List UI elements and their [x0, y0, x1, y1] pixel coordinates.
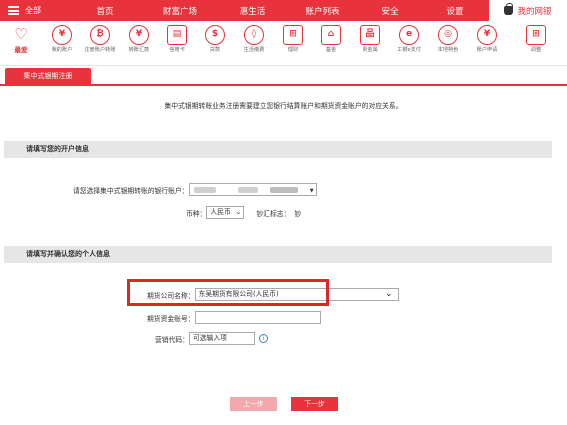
section-personal-info-header: 请填写并确认您的个人信息: [4, 246, 552, 263]
yen-icon: ¥: [52, 25, 72, 45]
precious-metal-item[interactable]: 品 贵金属: [352, 25, 388, 54]
tab-strip: 集中式银期注册: [0, 66, 567, 86]
epay-item[interactable]: e 工银e支付: [391, 25, 427, 54]
life-payment-label: 生活缴费: [243, 47, 265, 53]
finance-item[interactable]: ⊞ 理财: [275, 25, 311, 54]
loan-icon: $: [205, 25, 225, 45]
account-apply-label: 账户申请: [476, 47, 498, 53]
marketing-code-label: 营销代码：: [155, 335, 189, 344]
all-menu-label: 全部: [25, 6, 41, 15]
next-step-button[interactable]: 下一步: [291, 397, 338, 411]
epay-icon: e: [399, 25, 419, 45]
bank-account-label: 请您选择集中式银期转账的银行账户：: [73, 186, 189, 195]
precious-metal-label: 贵金属: [362, 47, 378, 53]
my-bank-button[interactable]: 我的网银: [489, 0, 567, 21]
apply-icon: ¥: [477, 25, 497, 45]
chevron-down-icon: ⌄: [385, 289, 393, 299]
info-icon[interactable]: i: [258, 334, 268, 343]
all-menu-button[interactable]: 全部: [0, 5, 70, 16]
favorites-label: 最爱: [14, 46, 28, 54]
nav-wealth[interactable]: 财富广场: [140, 5, 220, 17]
adjust-icon: ⊞: [526, 25, 546, 45]
loan-item[interactable]: $ 贷款: [197, 25, 233, 54]
metal-icon: 品: [360, 25, 380, 45]
bank-account-select[interactable]: ▼: [188, 183, 317, 196]
credit-card-label: 信用卡: [169, 47, 185, 53]
my-account-item[interactable]: ¥ 我的账户: [44, 25, 80, 54]
fund-account-row: 期货资金账号：: [147, 311, 321, 324]
finance-icon: ⊞: [283, 25, 303, 45]
top-nav: 全部 首页 财富广场 惠生活 账户列表 安全 设置 我的网银: [0, 0, 567, 21]
nav-accounts[interactable]: 账户列表: [285, 5, 360, 17]
credit-card-icon: ▤: [167, 25, 187, 45]
drop-icon: ◊: [244, 25, 264, 45]
account-apply-item[interactable]: ¥ 账户申请: [469, 25, 505, 54]
local-icon: ◎: [438, 25, 458, 45]
bag-icon: [504, 3, 514, 15]
credit-card-item[interactable]: ▤ 信用卡: [159, 25, 195, 54]
currency-label: 币种：: [186, 209, 207, 218]
currency-value: 人民币: [210, 208, 231, 216]
transfer-icon: ₿: [90, 25, 110, 45]
currency-row: 币种： 人民币 ⌄ 钞汇标志： 钞: [186, 206, 301, 219]
tab-futures-registration[interactable]: 集中式银期注册: [5, 68, 91, 84]
favorites-item[interactable]: ♡ 最爱: [3, 25, 39, 54]
cash-flag-label: 钞汇标志：: [256, 209, 291, 218]
masked-account-part: [269, 187, 298, 193]
company-label: 期货公司名称：: [147, 291, 195, 300]
fund-icon: ⌂: [321, 25, 341, 45]
company-row: 期货公司名称： 东吴期货有限公司(人民币) ⌄: [147, 288, 399, 301]
marketing-code-row: 营销代码： 可选输入项 i: [155, 332, 268, 345]
fund-item[interactable]: ⌂ 基金: [313, 25, 349, 54]
adjust-item[interactable]: ⊞ 调整: [518, 25, 554, 54]
adjust-label: 调整: [530, 47, 542, 53]
section-account-info-header: 请填写您的开户信息: [4, 141, 552, 158]
nav-security[interactable]: 安全: [360, 5, 420, 17]
nav-settings[interactable]: 设置: [420, 5, 490, 17]
intro-text: 集中式银期转账业务注册需要建立您银行结算账户和期货资金账户的对应关系。: [164, 102, 403, 110]
local-feature-item[interactable]: ◎ 本地特色: [430, 25, 466, 54]
fund-label: 基金: [325, 47, 337, 53]
remit-item[interactable]: ¥ 转账汇款: [121, 25, 157, 54]
masked-account-part: [193, 187, 216, 193]
local-feature-label: 本地特色: [437, 47, 459, 53]
finance-label: 理财: [287, 47, 299, 53]
remit-label: 转账汇款: [128, 47, 150, 53]
registered-transfer-label: 注册账户转账: [84, 47, 116, 53]
futures-company-select[interactable]: 东吴期货有限公司(人民币) ⌄: [194, 288, 399, 301]
cash-flag-value: 钞: [294, 209, 302, 218]
company-value: 东吴期货有限公司(人民币): [198, 290, 279, 298]
chevron-down-icon: ▼: [309, 188, 314, 194]
chevron-down-icon: ⌄: [235, 208, 242, 216]
my-account-label: 我的账户: [51, 47, 73, 53]
masked-account-part: [237, 187, 258, 193]
currency-select[interactable]: 人民币 ⌄: [206, 206, 245, 219]
previous-step-button[interactable]: 上一步: [230, 397, 277, 411]
nav-life[interactable]: 惠生活: [220, 5, 285, 17]
bank-account-row: 请您选择集中式银期转账的银行账户： ▼: [73, 183, 317, 196]
heart-icon: ♡: [14, 25, 28, 43]
quick-icon-bar: ♡ 最爱 ¥ 我的账户 ₿ 注册账户转账 ¥ 转账汇款 ▤ 信用卡 $ 贷款 ◊…: [0, 21, 567, 66]
epay-label: 工银e支付: [397, 47, 421, 53]
my-bank-label: 我的网银: [517, 6, 552, 17]
life-payment-item[interactable]: ◊ 生活缴费: [236, 25, 272, 54]
nav-home[interactable]: 首页: [70, 5, 140, 17]
remit-icon: ¥: [129, 25, 149, 45]
fund-account-label: 期货资金账号：: [147, 314, 195, 323]
fund-account-input[interactable]: [194, 311, 321, 324]
loan-label: 贷款: [209, 47, 221, 53]
marketing-code-input[interactable]: 可选输入项: [188, 332, 255, 345]
hamburger-icon: [8, 6, 19, 15]
registered-transfer-item[interactable]: ₿ 注册账户转账: [82, 25, 118, 54]
